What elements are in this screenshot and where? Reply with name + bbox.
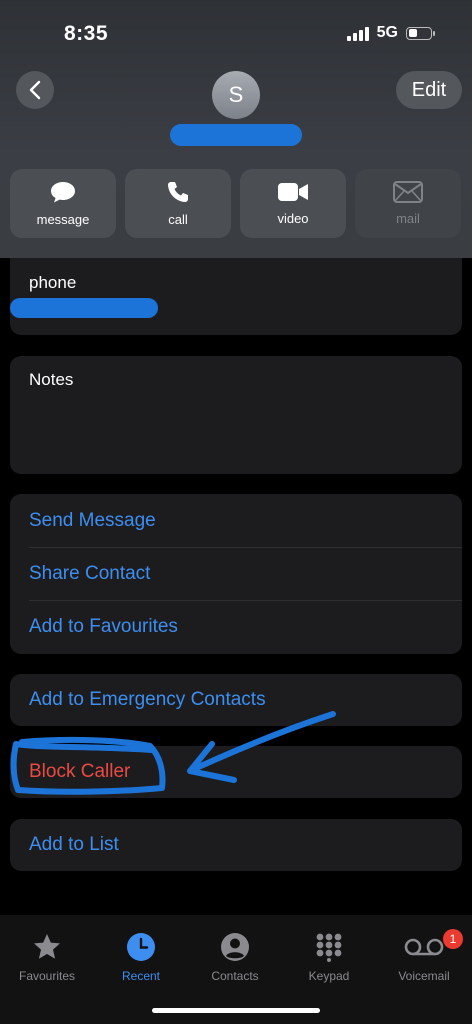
phone-card[interactable]: phone [10, 258, 462, 335]
add-to-list-card: Add to List [10, 819, 462, 871]
star-icon [34, 934, 60, 959]
video-action-label: video [277, 211, 309, 226]
contact-avatar: S [212, 71, 260, 119]
tab-voicemail-label: Voicemail [398, 969, 450, 983]
video-action-button[interactable]: video [240, 169, 346, 238]
video-camera-icon [278, 183, 308, 201]
message-bubble-icon [51, 182, 75, 203]
tab-favourites-label: Favourites [18, 969, 76, 983]
keypad-icon [316, 933, 342, 962]
voicemail-icon [404, 938, 444, 956]
contact-options-group: Send Message Share Contact Add to Favour… [10, 494, 462, 654]
send-message-row[interactable]: Send Message [10, 494, 462, 547]
tab-recent[interactable]: Recent [96, 932, 186, 983]
contact-header: 8:35 5G S Edit message call video mail [0, 0, 472, 258]
mail-action-button[interactable]: mail [355, 169, 461, 238]
share-contact-row[interactable]: Share Contact [10, 547, 462, 600]
block-caller-row[interactable]: Block Caller [10, 746, 462, 798]
redacted-contact-name [170, 124, 302, 146]
envelope-icon [393, 181, 423, 203]
person-circle-icon [221, 933, 249, 961]
status-indicators: 5G [346, 24, 435, 42]
edit-button[interactable]: Edit [396, 71, 462, 109]
notes-label: Notes [29, 370, 74, 389]
network-label: 5G [376, 24, 398, 41]
mail-action-label: mail [396, 211, 420, 226]
add-to-emergency-contacts-row[interactable]: Add to Emergency Contacts [10, 674, 462, 726]
clock-icon [127, 933, 155, 961]
tab-favourites[interactable]: Favourites [2, 932, 92, 983]
redacted-phone-number [10, 298, 158, 318]
add-to-list-row[interactable]: Add to List [10, 819, 462, 871]
notes-card[interactable]: Notes [10, 356, 462, 474]
add-to-favourites-row[interactable]: Add to Favourites [10, 600, 462, 653]
tab-keypad-label: Keypad [308, 969, 350, 983]
tab-contacts-label: Contacts [211, 969, 259, 983]
phone-icon [168, 182, 188, 202]
status-time: 8:35 [64, 22, 109, 45]
tab-contacts[interactable]: Contacts [190, 932, 280, 983]
tab-recent-label: Recent [121, 969, 161, 983]
message-action-button[interactable]: message [10, 169, 116, 238]
message-action-label: message [36, 212, 90, 227]
home-indicator[interactable] [152, 1008, 320, 1013]
emergency-contacts-card: Add to Emergency Contacts [10, 674, 462, 726]
battery-icon [406, 26, 435, 40]
call-action-label: call [168, 212, 188, 227]
tab-keypad[interactable]: Keypad [284, 932, 374, 983]
voicemail-badge: 1 [443, 929, 463, 949]
chevron-left-icon [29, 80, 41, 100]
back-button[interactable] [16, 71, 54, 109]
quick-actions: message call video mail [10, 169, 462, 238]
block-caller-card: Block Caller [10, 746, 462, 798]
signal-icon [346, 25, 369, 41]
call-action-button[interactable]: call [125, 169, 231, 238]
phone-field-label: phone [29, 273, 77, 292]
